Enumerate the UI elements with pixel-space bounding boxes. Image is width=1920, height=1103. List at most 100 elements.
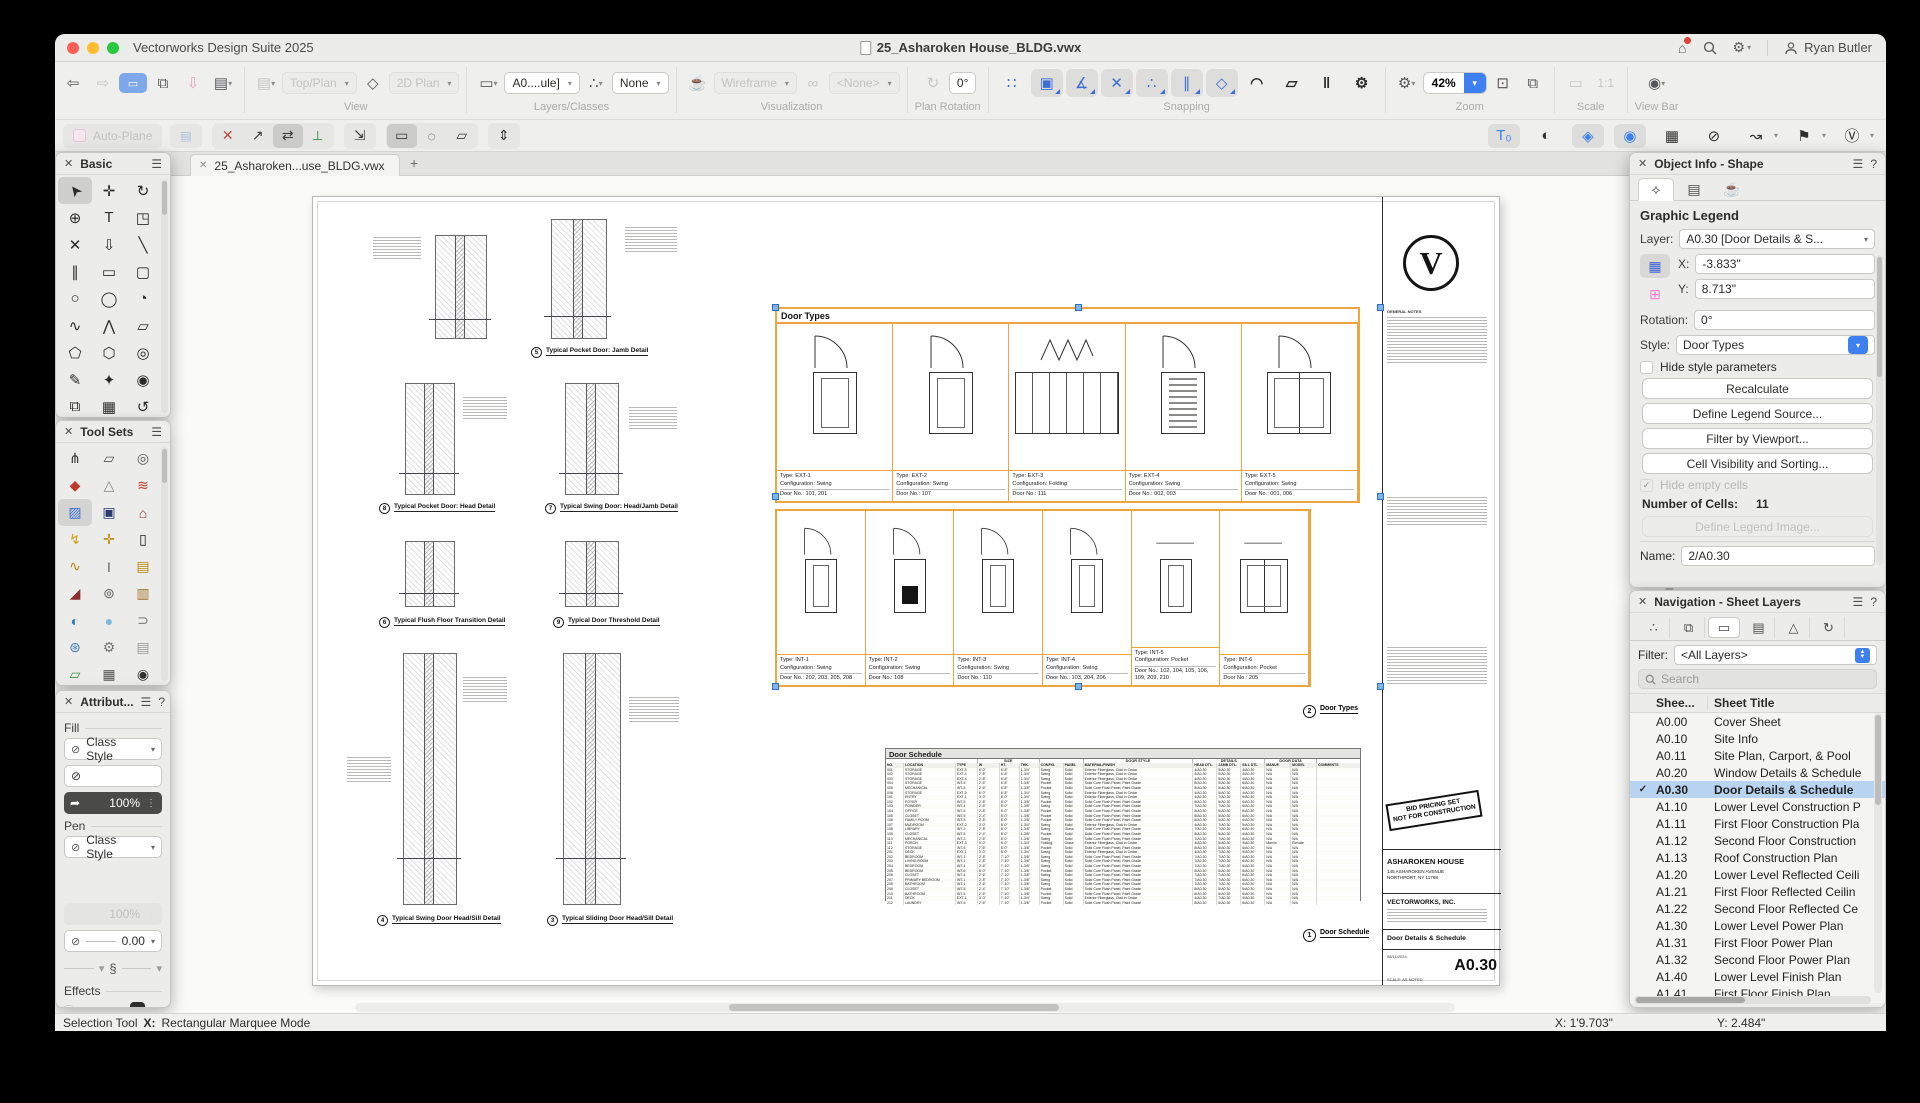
- regular-polygon-tool[interactable]: ⬡: [92, 339, 126, 366]
- surface-toolset[interactable]: ▱: [92, 445, 126, 472]
- render-settings-button[interactable]: ◇: [359, 70, 387, 96]
- pipe-toolset[interactable]: ⊃: [126, 607, 160, 634]
- filter-by-viewport-button[interactable]: Filter by Viewport...: [1642, 428, 1873, 449]
- door-type-cell[interactable]: Type: INT-5 Configuration: Pocket Door N…: [1132, 511, 1221, 685]
- solids-toolset[interactable]: ◆: [58, 472, 92, 499]
- flyover-tool[interactable]: ↻: [126, 177, 160, 204]
- selection-handle[interactable]: [772, 493, 779, 500]
- define-legend-image-button[interactable]: Define Legend Image...: [1642, 516, 1873, 537]
- door-type-cell[interactable]: Type: INT-2 Configuration: Swing Door No…: [866, 511, 955, 685]
- render-mode-dropdown[interactable]: Wireframe▾: [714, 72, 797, 94]
- detail-sketch[interactable]: [435, 235, 487, 339]
- new-tab-button[interactable]: +: [410, 155, 418, 171]
- active-layer-dropdown[interactable]: A0....ule]▾: [504, 72, 579, 94]
- user-account[interactable]: Ryan Butler: [1784, 40, 1872, 55]
- door-type-cell[interactable]: Type: INT-6 Configuration: Pocket Door N…: [1220, 511, 1309, 685]
- y-coordinate-field[interactable]: 8.713": [1695, 279, 1875, 299]
- door-type-cell[interactable]: Type: INT-4 Configuration: Swing Door No…: [1043, 511, 1132, 685]
- snap-intersection[interactable]: ✕: [1101, 69, 1133, 97]
- plan-rotation-icon[interactable]: ↻: [919, 70, 947, 96]
- arc-tool[interactable]: ◔: [126, 285, 160, 312]
- snap-tangent[interactable]: ◇: [1206, 69, 1238, 97]
- working-plane-axes-mode[interactable]: ⟂: [303, 124, 333, 148]
- auto-plane-toggle[interactable]: Auto-Plane: [63, 124, 162, 148]
- circle-tool[interactable]: ○: [58, 285, 92, 312]
- snapping-settings-gear[interactable]: ⚙: [1346, 69, 1378, 97]
- snap-smart-edge[interactable]: ∥: [1171, 69, 1203, 97]
- sheet-a030[interactable]: 5 Typical Pocket Door: Jamb Detail 8 Typ…: [312, 196, 1500, 986]
- sheet-layer-row[interactable]: A1.30 Lower Level Power Plan: [1630, 917, 1885, 934]
- render-style-icon[interactable]: ∞: [799, 70, 827, 96]
- palette-scrollbar[interactable]: [1876, 255, 1883, 565]
- door-type-cell[interactable]: Type: INT-1 Configuration: Swing Door No…: [777, 511, 866, 685]
- fill-opacity-bar[interactable]: ➦100%⋮: [64, 792, 162, 814]
- door-schedule-table[interactable]: Door Schedule SIZE DOOR STYLE DETAILS DO…: [885, 748, 1361, 901]
- scale-ruler-icon[interactable]: ▭: [1562, 70, 1590, 96]
- recalculate-button[interactable]: Recalculate: [1642, 378, 1873, 399]
- sheet-layer-row[interactable]: ✓ A0.30 Door Details & Schedule: [1630, 781, 1885, 798]
- rectangular-marquee-mode[interactable]: ▭: [387, 124, 417, 148]
- object-name-field[interactable]: 2/A0.30: [1681, 546, 1875, 566]
- fit-to-page-button[interactable]: ⧉: [1519, 70, 1547, 96]
- panel-toolset[interactable]: ▦: [92, 661, 126, 686]
- schedule-callout[interactable]: 1 Door Schedule: [1303, 929, 1369, 942]
- tab-saved-views[interactable]: △: [1778, 617, 1810, 638]
- fill-style-dropdown[interactable]: ⊘Class Style▾: [64, 738, 162, 760]
- camera-toolset[interactable]: ◉: [126, 661, 160, 686]
- door-types-legend-row2[interactable]: Type: INT-1 Configuration: Swing Door No…: [775, 509, 1311, 687]
- spiral-tool[interactable]: ◎: [126, 339, 160, 366]
- navigation-horizontal-scrollbar[interactable]: [1634, 996, 1871, 1004]
- class-icon[interactable]: ∴▾: [582, 70, 610, 96]
- snap-object[interactable]: ▣: [1031, 69, 1063, 97]
- pump-toolset[interactable]: ⊛: [58, 634, 92, 661]
- rounded-rectangle-tool[interactable]: ▢: [126, 258, 160, 285]
- tab-sheet-layers[interactable]: ▭: [1708, 617, 1740, 638]
- grid-reference-icon[interactable]: ⊞: [1640, 282, 1670, 306]
- show-parametric-handles-toggle[interactable]: T₀: [1488, 124, 1520, 148]
- tab-references[interactable]: ↻: [1813, 617, 1845, 638]
- foliage-off-button[interactable]: ⊘: [1698, 124, 1730, 148]
- cone-toolset[interactable]: △: [92, 472, 126, 499]
- eyedropper-tool[interactable]: ✎: [58, 366, 92, 393]
- detail-sketch[interactable]: [403, 653, 457, 905]
- show-other-objects-toggle[interactable]: ◉: [1614, 124, 1646, 148]
- shadow-settings-button[interactable]: ➦: [130, 1002, 145, 1008]
- auto-plane-checkbox[interactable]: [73, 129, 86, 142]
- propeller-toolset[interactable]: ⋔: [58, 445, 92, 472]
- selection-handle[interactable]: [772, 304, 779, 311]
- palette-scrollbar[interactable]: [161, 179, 168, 413]
- door-type-cell[interactable]: Type: EXT-1 Configuration: Swing Door No…: [777, 324, 893, 501]
- filter-dropdown[interactable]: <All Layers>▲▼: [1674, 645, 1877, 665]
- drawing-canvas[interactable]: 5 Typical Pocket Door: Jamb Detail 8 Typ…: [55, 176, 1886, 1013]
- close-palette-icon[interactable]: ✕: [1638, 595, 1647, 608]
- selection-handle[interactable]: [1377, 304, 1384, 311]
- plan-rotation-field[interactable]: 0°: [949, 72, 976, 94]
- zoom-tool[interactable]: ⊕: [58, 204, 92, 231]
- sheet-layer-row[interactable]: A1.31 First Floor Power Plan: [1630, 934, 1885, 951]
- fill-color-well[interactable]: ⊘: [64, 765, 162, 787]
- selection-handle[interactable]: [1377, 493, 1384, 500]
- column-sheet-number[interactable]: Shee...: [1630, 696, 1708, 710]
- close-window-button[interactable]: [67, 42, 79, 54]
- close-palette-icon[interactable]: ✕: [64, 157, 73, 170]
- palette-menu-icon[interactable]: ☰: [151, 157, 162, 171]
- freehand-tool[interactable]: ∿: [58, 312, 92, 339]
- flag-display-menu[interactable]: ⚑: [1788, 124, 1820, 148]
- cell-visibility-sorting-button[interactable]: Cell Visibility and Sorting...: [1642, 453, 1873, 474]
- machine-toolset[interactable]: ⚙: [92, 634, 126, 661]
- palette-menu-icon[interactable]: ☰: [1853, 595, 1864, 609]
- close-palette-icon[interactable]: ✕: [64, 425, 73, 438]
- close-palette-icon[interactable]: ✕: [64, 695, 73, 708]
- style-dropdown[interactable]: Door Types▾: [1676, 335, 1875, 355]
- view-bar-eye-menu[interactable]: ◉▾: [1643, 70, 1671, 96]
- tab-render[interactable]: ☕: [1714, 178, 1750, 201]
- detail-sketch[interactable]: [405, 383, 455, 495]
- cable-toolset[interactable]: ∿: [58, 553, 92, 580]
- palette-help-icon[interactable]: ?: [1870, 157, 1877, 171]
- snap-smart-point[interactable]: ∴: [1136, 69, 1168, 97]
- detail-sketch[interactable]: [565, 541, 619, 607]
- reshape-tool[interactable]: ▦: [92, 393, 126, 418]
- sheet-layer-row[interactable]: A0.10 Site Info: [1630, 730, 1885, 747]
- single-object-interactive-mode[interactable]: ↗: [243, 124, 273, 148]
- publish-button[interactable]: ⇩: [179, 70, 207, 96]
